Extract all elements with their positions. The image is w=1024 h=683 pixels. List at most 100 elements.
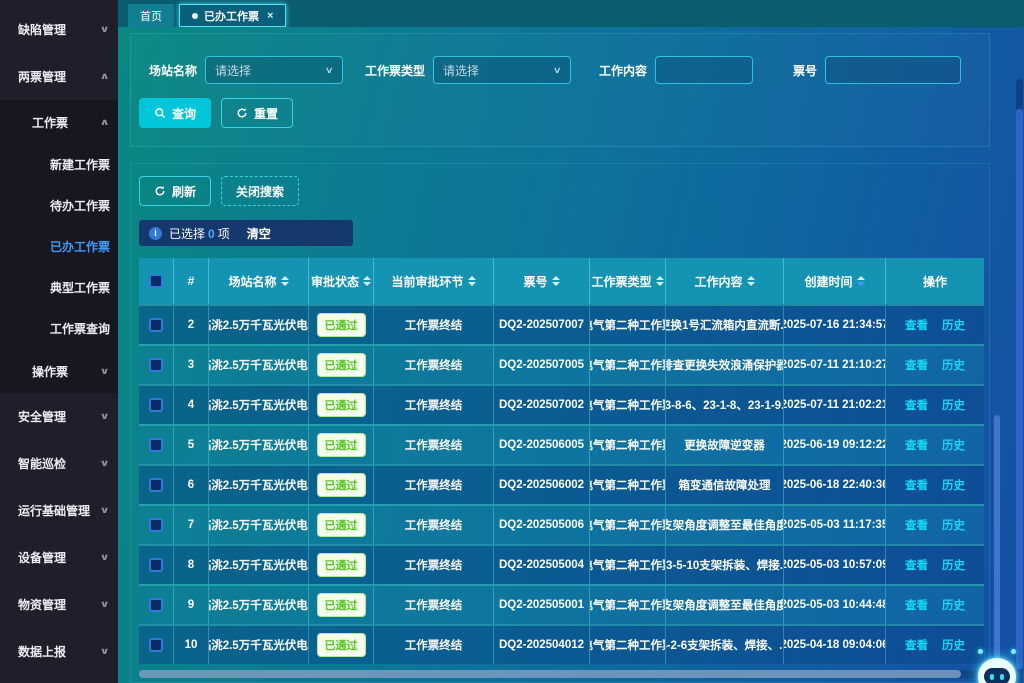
ticket-type-select[interactable]: 请选择 ∨ [433,56,571,84]
view-link[interactable]: 查看 [905,357,928,373]
approval-step-cell: 工作票终结 [374,586,494,624]
view-link[interactable]: 查看 [905,317,928,333]
column-header-3[interactable]: 当前审批环节 [374,258,494,304]
row-checkbox[interactable] [149,518,163,532]
chevron-down-icon: ∨ [99,552,109,563]
work-content-input[interactable] [655,56,753,84]
history-link[interactable]: 历史 [942,357,965,373]
selection-text: 已选择0项 [169,225,230,242]
column-header-5[interactable]: 工作票类型 [590,258,666,304]
history-link[interactable]: 历史 [942,477,965,493]
sidebar-item-12[interactable]: 设备管理∨ [0,534,118,581]
sidebar-item-2[interactable]: 工作票∧ [0,100,118,144]
sidebar-item-13[interactable]: 物资管理∨ [0,581,118,628]
history-link[interactable]: 历史 [942,597,965,613]
sidebar-item-9[interactable]: 安全管理∨ [0,393,118,440]
sidebar: 缺陷管理∨两票管理∧工作票∧新建工作票待办工作票已办工作票典型工作票工作票查询操… [0,0,118,683]
horizontal-scrollbar[interactable] [139,670,995,678]
history-link[interactable]: 历史 [942,317,965,333]
search-button[interactable]: 查询 [139,98,211,128]
actions-cell: 查看历史 [886,386,984,424]
column-header-4[interactable]: 票号 [494,258,590,304]
row-checkbox[interactable] [149,558,163,572]
sidebar-item-5[interactable]: 已办工作票 [0,226,118,267]
view-link[interactable]: 查看 [905,557,928,573]
row-checkbox[interactable] [149,318,163,332]
row-index: 2 [174,306,209,344]
approval-step-cell: 工作票终结 [374,426,494,464]
column-header-7[interactable]: 创建时间 [784,258,886,304]
sidebar-item-label: 典型工作票 [50,279,110,296]
close-search-button[interactable]: 关闭搜索 [221,176,299,206]
row-checkbox[interactable] [149,478,163,492]
view-link[interactable]: 查看 [905,637,928,653]
history-link[interactable]: 历史 [942,397,965,413]
work-ticket-table: #场站名称审批状态当前审批环节票号工作票类型工作内容创建时间操作 2临洮2.5万… [139,258,984,664]
refresh-button[interactable]: 刷新 [139,176,211,206]
row-checkbox[interactable] [149,598,163,612]
view-link[interactable]: 查看 [905,517,928,533]
row-checkbox[interactable] [149,438,163,452]
row-index: 3 [174,346,209,384]
row-checkbox-cell [139,346,174,384]
sidebar-item-label: 物资管理 [18,596,66,613]
row-checkbox[interactable] [149,638,163,652]
row-checkbox[interactable] [149,398,163,412]
work-content-cell: 排查更换失效浪涌保护器 [666,346,784,384]
sidebar-item-4[interactable]: 待办工作票 [0,185,118,226]
table-scrollbar[interactable] [994,277,1000,675]
station-name-select[interactable]: 请选择 ∨ [205,56,343,84]
sort-icon[interactable] [656,276,664,286]
sidebar-item-3[interactable]: 新建工作票 [0,144,118,185]
history-link[interactable]: 历史 [942,557,965,573]
ticket-number-cell: DQ2-202507007 [494,306,590,344]
column-header-label: 审批状态 [311,273,359,290]
sidebar-item-7[interactable]: 工作票查询 [0,308,118,349]
sort-icon[interactable] [747,276,755,286]
tab-1[interactable]: 已办工作票× [179,4,286,27]
station-name-cell: 临洮2.5万千瓦光伏电... [209,346,309,384]
view-link[interactable]: 查看 [905,437,928,453]
column-header-1[interactable]: 场站名称 [209,258,309,304]
assistant-robot-icon[interactable] [976,653,1018,683]
reset-button[interactable]: 重置 [221,98,293,128]
ticket-type-cell: 电气第二种工作票 [590,426,666,464]
window-scrollbar-thumb[interactable] [1016,109,1023,669]
view-link[interactable]: 查看 [905,477,928,493]
view-link[interactable]: 查看 [905,597,928,613]
sort-icon[interactable] [552,276,560,286]
table-scrollbar-thumb[interactable] [994,415,1000,663]
column-header-6[interactable]: 工作内容 [666,258,784,304]
history-link[interactable]: 历史 [942,637,965,653]
sidebar-item-label: 安全管理 [18,408,66,425]
ticket-number-input[interactable] [825,56,961,84]
sidebar-item-1[interactable]: 两票管理∧ [0,53,118,100]
tab-0[interactable]: 首页 [128,4,174,27]
sidebar-item-11[interactable]: 运行基础管理∨ [0,487,118,534]
horizontal-scrollbar-thumb[interactable] [139,670,961,678]
sidebar-item-8[interactable]: 操作票∨ [0,349,118,393]
row-checkbox[interactable] [149,358,163,372]
work-content-cell: 支架角度调整至最佳角度 [666,506,784,544]
sort-icon[interactable] [857,276,865,286]
history-link[interactable]: 历史 [942,517,965,533]
column-header-2[interactable]: 审批状态 [309,258,374,304]
filter-row: 场站名称 请选择 ∨ 工作票类型 请选择 ∨ 工作内容 票号 [131,36,989,94]
sidebar-item-14[interactable]: 数据上报∨ [0,628,118,675]
clear-selection-button[interactable]: 清空 [247,225,271,242]
sidebar-item-0[interactable]: 缺陷管理∨ [0,6,118,53]
select-all-checkbox[interactable] [149,274,163,288]
sort-icon[interactable] [281,276,289,286]
sidebar-item-10[interactable]: 智能巡检∨ [0,440,118,487]
station-name-cell: 临洮2.5万千瓦光伏电... [209,306,309,344]
close-icon[interactable]: × [267,10,273,22]
ticket-number-cell: DQ2-202507005 [494,346,590,384]
sidebar-item-6[interactable]: 典型工作票 [0,267,118,308]
header-checkbox-cell [139,258,174,304]
view-link[interactable]: 查看 [905,397,928,413]
window-scrollbar[interactable] [1016,79,1023,683]
actions-cell: 查看历史 [886,426,984,464]
history-link[interactable]: 历史 [942,437,965,453]
sort-icon[interactable] [468,276,476,286]
sort-icon[interactable] [363,276,371,286]
